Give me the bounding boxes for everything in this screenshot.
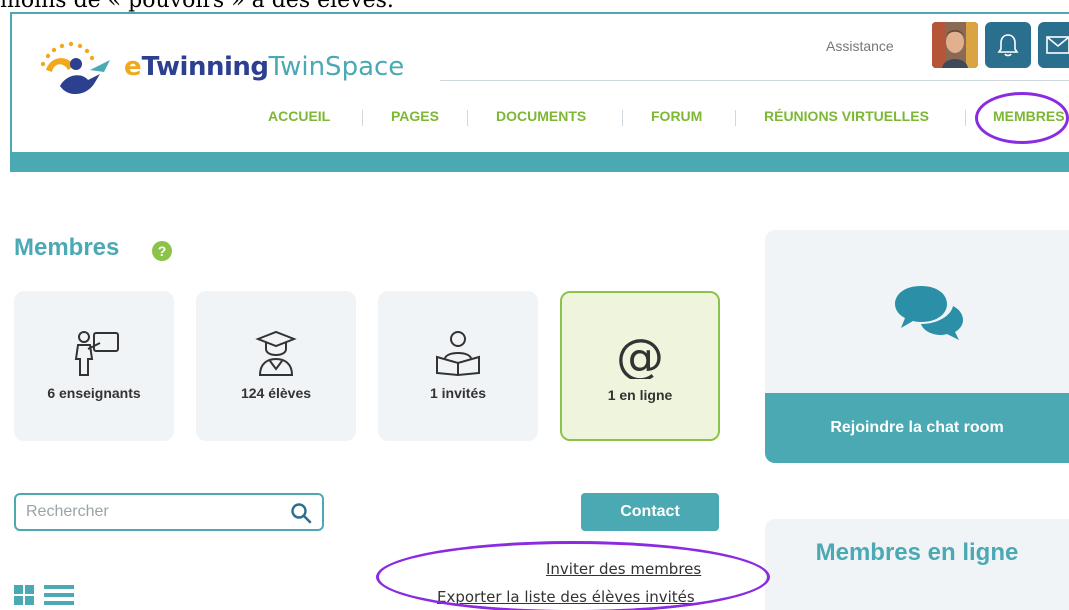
brand-e: e [124,52,142,82]
nav-separator [362,110,363,126]
nav-separator [622,110,623,126]
nav-pages[interactable]: PAGES [391,108,439,124]
search-input[interactable] [26,501,276,523]
nav-documents[interactable]: DOCUMENTS [496,108,586,124]
stat-label: 6 enseignants [47,385,141,401]
messages-button[interactable] [1038,22,1069,68]
stat-card-online[interactable]: @ 1 en ligne [560,291,720,441]
notifications-button[interactable] [985,22,1031,68]
nav-accueil[interactable]: ACCUEIL [268,108,330,124]
stat-label: 1 en ligne [607,387,673,403]
site-header [10,12,1069,152]
nav-separator [467,110,468,126]
links-highlight-ellipse [376,541,770,610]
envelope-icon [1046,36,1069,54]
nav-reunions-virtuelles[interactable]: RÉUNIONS VIRTUELLES [764,108,929,124]
at-icon: @ [616,331,664,379]
search-box [14,493,324,531]
online-members-card: Membres en ligne [765,519,1069,610]
view-toggle [14,585,74,605]
student-icon [255,330,297,376]
stat-label: 1 invités [429,385,487,401]
help-icon[interactable]: ? [152,241,172,261]
nav-separator [735,110,736,126]
contact-button[interactable]: Contact [581,493,719,531]
nav-forum[interactable]: FORUM [651,108,702,124]
stat-label: 124 élèves [240,385,312,401]
chat-bubbles-icon [895,286,963,340]
online-members-title: Membres en ligne [815,539,1019,566]
bell-icon [997,34,1019,57]
grid-view-icon[interactable] [14,585,34,605]
stat-card-guests[interactable]: 1 invités [378,291,538,441]
search-icon[interactable] [290,502,312,524]
brand-twinning: Twinning [141,52,269,82]
brand-twinspace: TwinSpace [268,52,405,82]
user-photo-icon [932,22,978,68]
user-avatar[interactable] [932,22,978,68]
chat-room-card: Rejoindre la chat room [765,230,1069,463]
stat-card-teachers[interactable]: 6 enseignants [14,291,174,441]
join-chat-room-button[interactable]: Rejoindre la chat room [765,393,1069,463]
nav-separator [965,110,966,126]
assistance-link[interactable]: Assistance [826,38,894,54]
membres-highlight-ellipse [975,92,1069,144]
header-divider [440,80,1069,81]
header-bottom-bar [10,152,1069,172]
brand-name[interactable]: eTwinningTwinSpace [124,52,404,82]
teacher-icon [74,331,119,376]
etwinning-logo-icon[interactable] [30,26,120,106]
stat-card-students[interactable]: 124 élèves [196,291,356,441]
reader-icon [436,331,480,377]
main-nav: ACCUEIL PAGES DOCUMENTS FORUM RÉUNIONS V… [0,108,1069,128]
page-title: Membres [14,234,120,261]
svg-text:@: @ [616,331,664,379]
list-view-icon[interactable] [44,585,74,605]
